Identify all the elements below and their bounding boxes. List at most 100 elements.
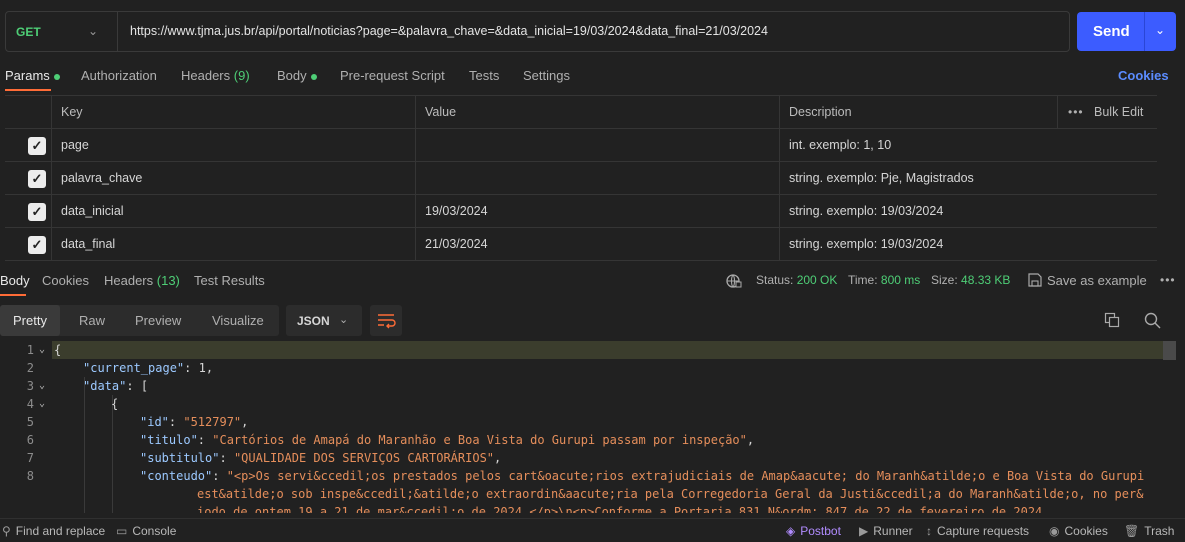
save-as-example-button[interactable]: Save as example bbox=[1028, 273, 1147, 288]
tab-settings[interactable]: Settings bbox=[523, 68, 570, 83]
param-description[interactable]: string. exemplo: 19/03/2024 bbox=[779, 195, 1157, 228]
param-checkbox[interactable]: ✓ bbox=[28, 137, 46, 155]
param-description[interactable]: string. exemplo: 19/03/2024 bbox=[779, 228, 1157, 261]
preview-button[interactable]: Preview bbox=[135, 305, 181, 336]
code-line: { bbox=[54, 343, 62, 357]
chevron-down-icon[interactable]: ⌄ bbox=[1155, 23, 1165, 37]
response-status: Status: 200 OK bbox=[756, 273, 837, 287]
time-label: Time: bbox=[848, 273, 878, 287]
globe-icon[interactable] bbox=[726, 273, 742, 292]
tab-label: Body bbox=[277, 68, 307, 83]
param-key[interactable]: data_final bbox=[51, 228, 415, 261]
param-checkbox[interactable]: ✓ bbox=[28, 236, 46, 254]
pretty-button[interactable]: Pretty bbox=[0, 305, 60, 336]
line-number: 4 bbox=[26, 397, 34, 411]
tab-response-cookies[interactable]: Cookies bbox=[42, 273, 89, 288]
cookies-button[interactable]: ◉ Cookies bbox=[1049, 524, 1108, 538]
status-bar: ⚲ Find and replace ▭ Console ◈ Postbot ▶ Run… bbox=[0, 518, 1185, 542]
json-value: "<p>Os servi&ccedil;os prestados pelos c… bbox=[226, 469, 1145, 483]
runner-button[interactable]: ▶ Runner bbox=[859, 524, 913, 538]
time-value[interactable]: 800 ms bbox=[881, 273, 920, 287]
tab-body[interactable]: Body bbox=[277, 68, 317, 83]
find-replace-button[interactable]: ⚲ Find and replace bbox=[2, 524, 105, 538]
param-checkbox[interactable]: ✓ bbox=[28, 203, 46, 221]
active-tab-underline bbox=[5, 89, 51, 91]
wrap-icon bbox=[378, 314, 396, 329]
code-line: { bbox=[111, 397, 119, 411]
code-line: "conteudo": "<p>Os servi&ccedil;os prest… bbox=[140, 469, 1145, 483]
bulk-edit-area: ••• Bulk Edit bbox=[1057, 96, 1157, 129]
code-line-wrapped: est&atilde;o sob inspe&ccedil;&atilde;o … bbox=[197, 487, 1144, 501]
param-key[interactable]: data_inicial bbox=[51, 195, 415, 228]
checkbox-cell: ✓ bbox=[5, 195, 51, 228]
search-icon[interactable] bbox=[1144, 312, 1161, 332]
cookies-link[interactable]: Cookies bbox=[1118, 68, 1169, 83]
tab-params[interactable]: Params bbox=[5, 68, 60, 83]
json-key: "titulo" bbox=[140, 433, 198, 447]
line-number: 3 bbox=[26, 379, 34, 393]
trash-button[interactable]: 🗑 Trash bbox=[1124, 524, 1174, 538]
runner-label: Runner bbox=[873, 524, 913, 538]
column-header-key: Key bbox=[51, 96, 415, 129]
url-input[interactable]: https://www.tjma.jus.br/api/portal/notic… bbox=[130, 24, 768, 38]
format-select[interactable]: JSON ⌄ bbox=[286, 305, 362, 336]
param-checkbox[interactable]: ✓ bbox=[28, 170, 46, 188]
column-header-value: Value bbox=[415, 96, 779, 129]
table-row: ✓ data_final 21/03/2024 string. exemplo:… bbox=[5, 228, 1157, 261]
tab-response-body[interactable]: Body bbox=[0, 273, 30, 288]
tab-tests[interactable]: Tests bbox=[469, 68, 499, 83]
size-label: Size: bbox=[931, 273, 958, 287]
fold-chevron-icon[interactable]: ⌄ bbox=[39, 377, 45, 395]
capture-label: Capture requests bbox=[937, 524, 1030, 538]
copy-icon[interactable] bbox=[1104, 312, 1120, 331]
chevron-down-icon[interactable]: ⌄ bbox=[88, 24, 98, 38]
json-value: [ bbox=[140, 379, 149, 393]
param-value[interactable] bbox=[415, 162, 779, 195]
tab-test-results[interactable]: Test Results bbox=[194, 273, 265, 288]
postbot-icon: ◈ bbox=[786, 524, 796, 538]
console-icon: ▭ bbox=[116, 524, 128, 538]
bulk-edit-button[interactable]: Bulk Edit bbox=[1094, 105, 1143, 119]
search-icon: ⚲ bbox=[2, 524, 11, 538]
capture-requests-button[interactable]: ↕ Capture requests bbox=[926, 524, 1029, 538]
fold-chevron-icon[interactable]: ⌄ bbox=[39, 395, 45, 413]
visualize-button[interactable]: Visualize bbox=[212, 305, 264, 336]
tab-pre-request-script[interactable]: Pre-request Script bbox=[340, 68, 445, 83]
param-key[interactable]: page bbox=[51, 129, 415, 162]
wrap-lines-button[interactable] bbox=[370, 305, 402, 336]
checkbox-cell: ✓ bbox=[5, 129, 51, 162]
param-key[interactable]: palavra_chave bbox=[51, 162, 415, 195]
console-label: Console bbox=[132, 524, 177, 538]
param-description[interactable]: int. exemplo: 1, 10 bbox=[779, 129, 1157, 162]
postbot-button[interactable]: ◈ Postbot bbox=[786, 524, 841, 538]
response-body-editor[interactable]: 1 2 3 4 5 6 7 8 ⌄ ⌄ ⌄ { "current_page": … bbox=[0, 341, 1185, 513]
send-label: Send bbox=[1093, 23, 1130, 40]
console-button[interactable]: ▭ Console bbox=[116, 524, 176, 538]
checkbox-cell: ✓ bbox=[5, 162, 51, 195]
param-value[interactable]: 21/03/2024 bbox=[415, 228, 779, 261]
tab-authorization[interactable]: Authorization bbox=[81, 68, 157, 83]
status-value[interactable]: 200 OK bbox=[797, 273, 838, 287]
tab-label: Headers bbox=[181, 68, 231, 83]
raw-button[interactable]: Raw bbox=[79, 305, 105, 336]
method-select[interactable]: GET bbox=[16, 25, 41, 39]
line-number: 1 bbox=[26, 343, 34, 357]
url-bar: GET ⌄ https://www.tjma.jus.br/api/portal… bbox=[5, 11, 1070, 52]
send-button[interactable]: Send ⌄ bbox=[1077, 12, 1176, 51]
json-value: "512797" bbox=[183, 415, 242, 429]
tab-headers[interactable]: Headers (9) bbox=[181, 68, 250, 83]
code-line: "id": "512797", bbox=[140, 415, 249, 429]
more-icon[interactable]: ••• bbox=[1160, 273, 1176, 287]
json-value: "QUALIDADE DOS SERVIÇOS CARTORÁRIOS" bbox=[233, 451, 495, 465]
param-value[interactable]: 19/03/2024 bbox=[415, 195, 779, 228]
tab-response-headers[interactable]: Headers (13) bbox=[104, 273, 180, 288]
headers-count: (9) bbox=[233, 68, 250, 83]
scrollbar-thumb[interactable] bbox=[1163, 341, 1176, 360]
param-value[interactable] bbox=[415, 129, 779, 162]
param-description[interactable]: string. exemplo: Pje, Magistrados bbox=[779, 162, 1157, 195]
more-icon[interactable]: ••• bbox=[1068, 105, 1084, 119]
column-header-description: Description bbox=[779, 96, 1057, 129]
fold-chevron-icon[interactable]: ⌄ bbox=[39, 341, 45, 359]
code-line-wrapped: iodo de ontem 19 a 21 de mar&ccedil;o de… bbox=[197, 505, 1043, 513]
size-value[interactable]: 48.33 KB bbox=[961, 273, 1010, 287]
